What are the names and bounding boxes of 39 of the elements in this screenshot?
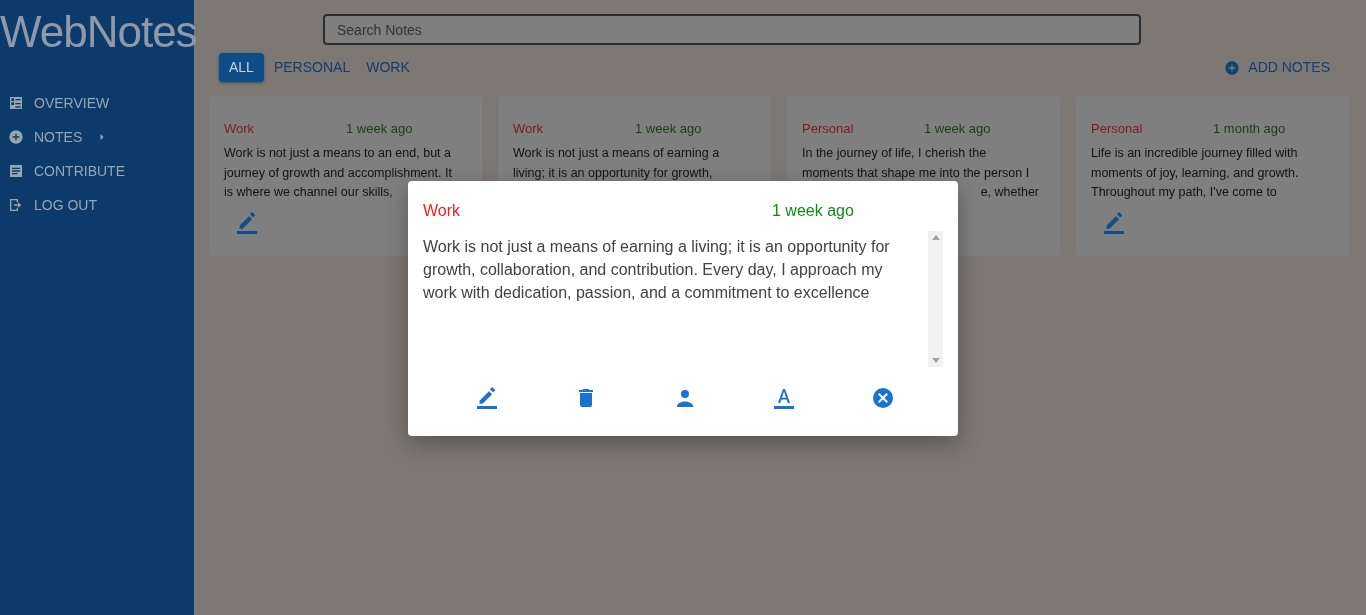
- logout-icon: [8, 197, 24, 213]
- sidebar-item[interactable]: LOG OUT: [0, 188, 194, 222]
- note-category: Personal: [1091, 120, 1144, 138]
- note-category: Work: [423, 201, 462, 221]
- note-time: 1 week ago: [635, 121, 702, 136]
- search-field[interactable]: Search Notes: [323, 14, 1141, 45]
- note-time: 1 month ago: [1213, 121, 1286, 136]
- dashboard-icon: [8, 95, 24, 111]
- filter-tab[interactable]: PERSONAL: [267, 53, 357, 82]
- note-text: Work is not just a means of earning a living; it is an opportunity for growth, collaboration, and contribution. Every day, I approach my work with dedication, passion, and a commitment to excellence: [423, 237, 891, 303]
- note-text: moments that shape me into the person I: [802, 164, 1031, 182]
- note-time: 1 week ago: [346, 121, 413, 136]
- close-icon: [871, 386, 896, 410]
- note-text: e, whether: [979, 184, 1040, 201]
- note-text: Work is not just a means of earning a: [513, 145, 721, 162]
- note-time: 1 week ago: [924, 121, 991, 136]
- note-category: Personal: [802, 120, 855, 138]
- sidebar-item[interactable]: CONTRIBUTE: [0, 154, 194, 188]
- note-text: Work is not just a means to an end, but a: [224, 145, 452, 162]
- note-time: 1 week ago: [772, 202, 854, 219]
- pencil-icon: [235, 211, 259, 235]
- note-category: Work: [513, 120, 545, 138]
- pencil-icon: [474, 386, 499, 410]
- add-notes-button[interactable]: ADD NOTES: [1218, 56, 1336, 79]
- sidebar-item[interactable]: OVERVIEW: [0, 86, 194, 120]
- note-category: Work: [224, 120, 256, 138]
- document-icon: [8, 163, 24, 179]
- note-text: living; it is an opportunity for growth,: [513, 164, 714, 182]
- note-text: Life is an incredible journey filled with: [1091, 145, 1299, 162]
- filter-tab[interactable]: ALL: [219, 53, 264, 82]
- note-text: moments of joy, learning, and growth.: [1091, 164, 1300, 182]
- pencil-icon: [1102, 211, 1126, 235]
- note-text: journey of growth and accomplishment. It: [224, 164, 453, 182]
- note-text: In the journey of life, I cherish the: [802, 145, 988, 162]
- filter-tab[interactable]: WORK: [360, 53, 416, 82]
- note-text: Throughout my path, I've come to: [1091, 184, 1278, 201]
- note-text: is where we channel our skills,: [224, 184, 394, 201]
- font-icon: [772, 386, 797, 410]
- sidebar-item[interactable]: NOTES: [0, 120, 194, 154]
